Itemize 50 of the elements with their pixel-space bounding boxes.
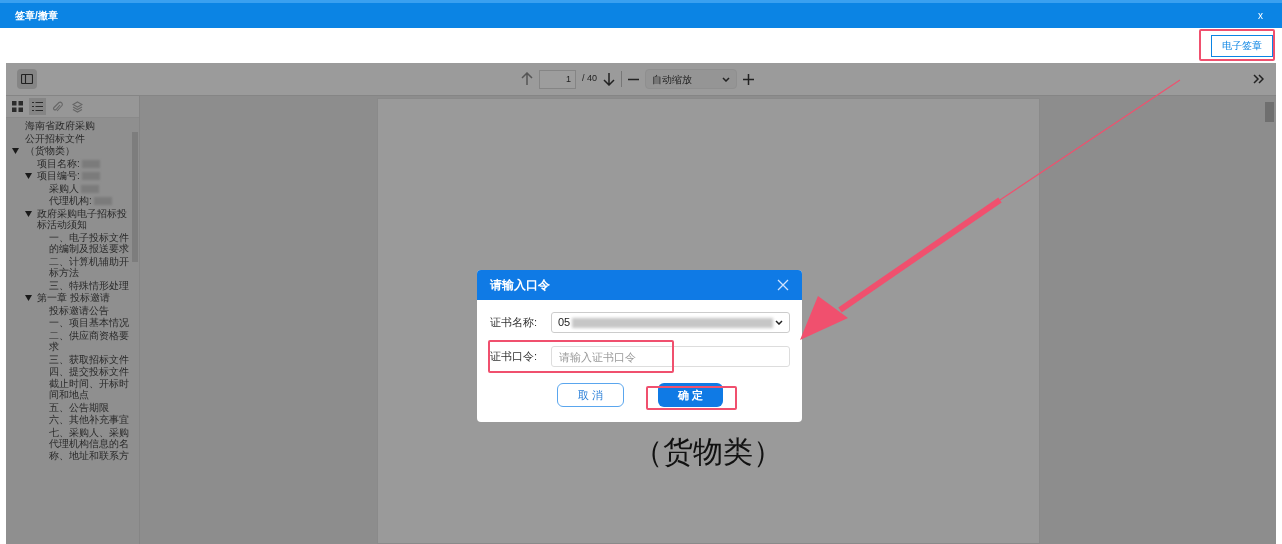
outline-item[interactable]: 海南省政府采购	[25, 120, 95, 132]
sidebar-view-tab[interactable]	[9, 98, 26, 115]
outline-item[interactable]: 投标邀请公告	[49, 304, 109, 316]
outline-item[interactable]: 政府采购电子招标投标活动须知	[37, 207, 131, 231]
outline-item[interactable]: 六、其他补充事宜	[49, 414, 129, 426]
document-heading: （货物类）	[633, 433, 783, 471]
window-title: 签章/撤章	[15, 9, 58, 23]
paperclip-icon	[52, 100, 63, 113]
grid-icon	[12, 101, 23, 112]
sidebar-view-tab[interactable]	[29, 98, 46, 115]
arrow-up-icon[interactable]	[521, 72, 533, 86]
layers-icon	[72, 100, 83, 113]
expanded-triangle-icon[interactable]	[25, 295, 32, 301]
expanded-triangle-icon[interactable]	[25, 173, 32, 179]
confirm-button[interactable]: 确 定	[658, 383, 723, 407]
certificate-select[interactable]: 05	[551, 312, 790, 333]
outline-item[interactable]: 项目名称:	[37, 157, 100, 169]
double-chevron-right-icon[interactable]	[1253, 74, 1264, 84]
cancel-button[interactable]: 取 消	[557, 383, 624, 407]
outline-item[interactable]: 公开招标文件	[25, 132, 85, 144]
outline-item[interactable]: 五、公告期限	[49, 401, 109, 413]
outline-item[interactable]: （货物类）	[25, 145, 75, 157]
list-icon	[32, 101, 43, 112]
scrollbar[interactable]	[1265, 102, 1274, 122]
sidebar-toggle-button[interactable]	[17, 69, 37, 89]
plus-icon[interactable]	[743, 73, 754, 85]
close-icon[interactable]	[777, 279, 789, 291]
chevron-down-icon	[722, 76, 730, 82]
outline-item[interactable]: 七、采购人、采购代理机构信息的名称、地址和联系方	[49, 426, 131, 461]
expanded-triangle-icon[interactable]	[12, 148, 19, 154]
sidebar-icon	[21, 74, 33, 84]
zoom-select[interactable]: 自动缩放	[645, 69, 737, 89]
close-button[interactable]: x	[1254, 8, 1267, 23]
scrollbar[interactable]	[132, 118, 139, 544]
expanded-triangle-icon[interactable]	[25, 210, 32, 217]
page-number-field[interactable]: 1	[539, 69, 576, 89]
outline-item[interactable]: 代理机构:	[49, 195, 112, 207]
page-count: / 40	[582, 72, 597, 86]
outline-item[interactable]: 项目编号:	[37, 170, 100, 182]
field-label: 证书口令:	[490, 349, 539, 365]
dialog-title: 请输入口令	[490, 277, 550, 294]
outline-item[interactable]: 三、获取招标文件	[49, 353, 129, 365]
outline-item[interactable]: 四、提交投标文件截止时间、开标时间和地点	[49, 366, 131, 401]
password-field[interactable]: 请输入证书口令	[551, 346, 790, 367]
chevron-down-icon	[775, 320, 783, 325]
outline-item[interactable]: 三、特殊情形处理	[49, 279, 129, 291]
arrow-down-icon[interactable]	[603, 72, 615, 86]
e-signature-button[interactable]: 电子签章	[1211, 34, 1273, 57]
outline-item[interactable]: 采购人	[49, 182, 99, 194]
field-label: 证书名称:	[490, 315, 539, 331]
